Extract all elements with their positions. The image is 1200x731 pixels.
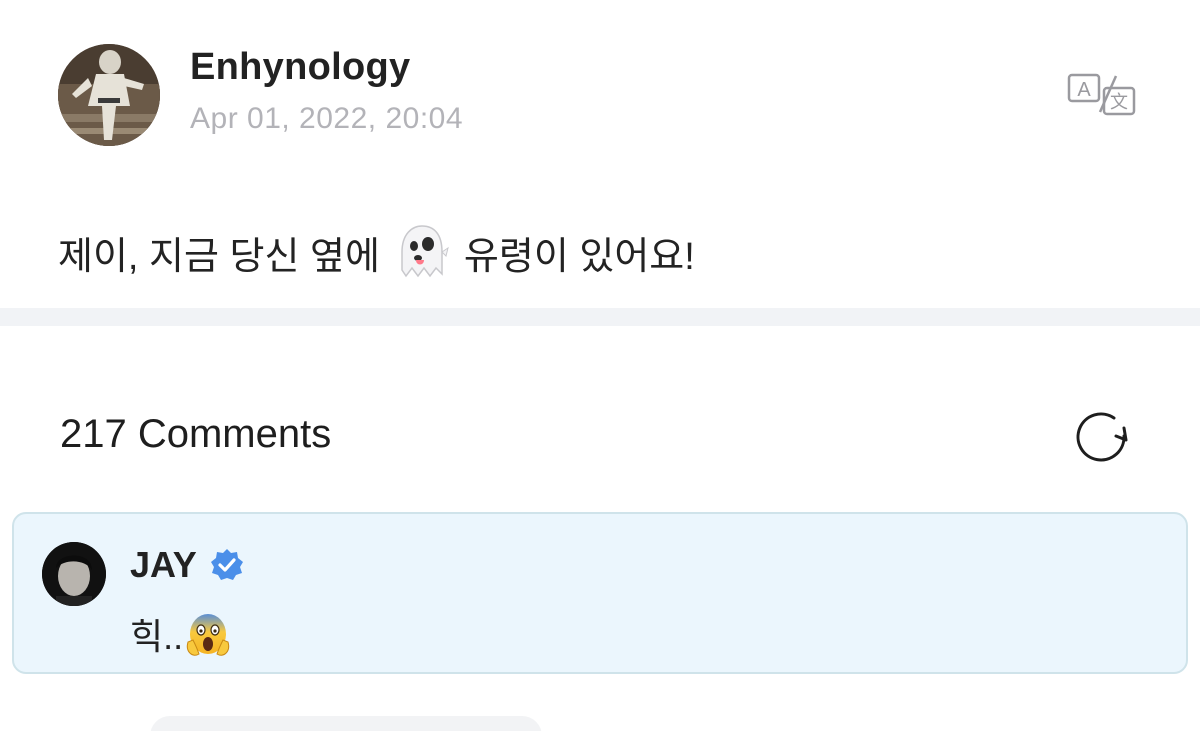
comment-item[interactable]: JAY 힉.. bbox=[12, 512, 1188, 674]
reply-input-placeholder[interactable] bbox=[150, 716, 542, 731]
comment-author[interactable]: JAY bbox=[130, 544, 245, 586]
comment-text: 힉.. bbox=[130, 608, 231, 660]
comment-author-name: JAY bbox=[130, 544, 197, 585]
verified-badge-icon bbox=[210, 549, 243, 580]
comment-text-content: 힉.. bbox=[130, 616, 184, 657]
svg-text:A: A bbox=[1077, 79, 1091, 101]
face-screaming-in-fear-emoji bbox=[186, 614, 230, 656]
post-header: Enhynology Apr 01, 2022, 20:04 A 文 bbox=[58, 44, 1148, 148]
post-text: 제이, 지금 당신 옆에 유령이 있어요! bbox=[58, 222, 695, 282]
refresh-button[interactable] bbox=[1072, 410, 1132, 466]
author-avatar[interactable] bbox=[58, 44, 160, 146]
comments-count: 217 Comments bbox=[60, 412, 332, 456]
translate-button[interactable]: A 文 bbox=[1066, 72, 1138, 118]
refresh-icon bbox=[1076, 412, 1128, 462]
ghost-emoji bbox=[401, 225, 449, 278]
author-name[interactable]: Enhynology bbox=[190, 46, 410, 89]
post-text-after: 유령이 있어요! bbox=[463, 235, 695, 278]
svg-text:文: 文 bbox=[1110, 92, 1128, 112]
translate-icon: A 文 bbox=[1067, 73, 1136, 116]
comment-author-avatar[interactable] bbox=[42, 542, 106, 606]
post-text-before: 제이, 지금 당신 옆에 bbox=[58, 235, 380, 278]
post-date: Apr 01, 2022, 20:04 bbox=[190, 102, 464, 135]
section-divider bbox=[0, 308, 1200, 326]
